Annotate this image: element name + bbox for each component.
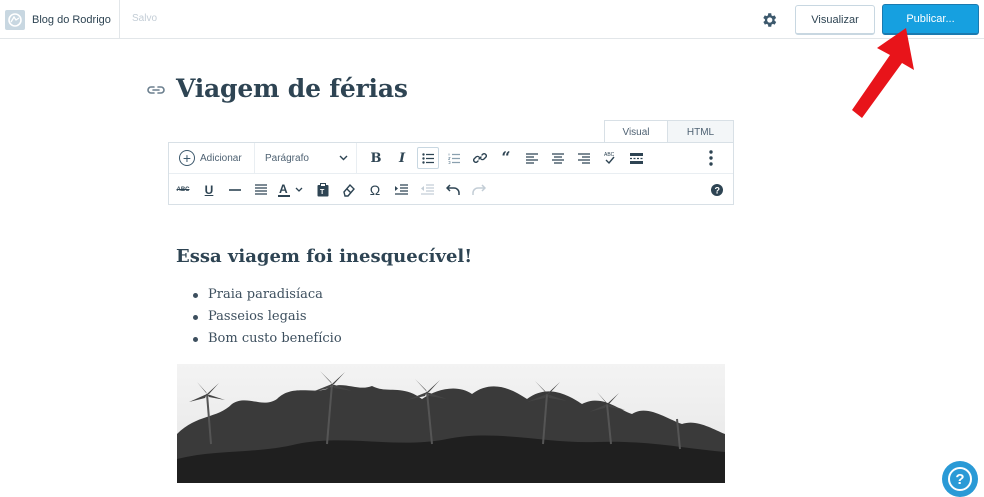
special-character-icon[interactable]: Ω xyxy=(364,179,386,201)
text-color-icon[interactable]: A xyxy=(276,179,308,201)
question-icon: ? xyxy=(948,467,972,491)
format-select-value: Parágrafo xyxy=(265,152,309,164)
tab-html[interactable]: HTML xyxy=(668,120,734,143)
content-list[interactable]: Praia paradisíaca Passeios legais Bom cu… xyxy=(190,287,342,353)
italic-icon[interactable]: I xyxy=(391,147,413,169)
more-vertical-icon[interactable] xyxy=(700,147,722,169)
link-icon[interactable] xyxy=(469,147,491,169)
bullet-list-icon[interactable] xyxy=(417,147,439,169)
clear-formatting-icon[interactable] xyxy=(338,179,360,201)
strikethrough-icon[interactable]: ABC xyxy=(172,179,194,201)
svg-text:?: ? xyxy=(715,185,721,195)
add-media-button[interactable]: + Adicionar xyxy=(179,142,255,174)
read-more-icon[interactable] xyxy=(625,147,647,169)
content-heading[interactable]: Essa viagem foi inesquecível! xyxy=(176,246,472,267)
toolbar-row-2: ABC U A T Ω ? xyxy=(169,174,733,205)
permalink-icon[interactable] xyxy=(147,83,165,97)
paste-text-icon[interactable]: T xyxy=(312,179,334,201)
align-right-icon[interactable] xyxy=(573,147,595,169)
svg-text:T: T xyxy=(320,189,325,196)
list-item[interactable]: Bom custo benefício xyxy=(190,331,342,353)
chevron-down-icon xyxy=(339,155,348,161)
gear-icon[interactable] xyxy=(760,11,778,29)
redo-icon[interactable] xyxy=(468,179,490,201)
help-icon[interactable]: ? xyxy=(706,179,728,201)
blockquote-icon[interactable]: “ xyxy=(495,147,517,169)
content-image[interactable] xyxy=(177,364,725,483)
editor-tabs: Visual HTML xyxy=(604,120,734,143)
indent-icon[interactable] xyxy=(390,179,412,201)
format-select[interactable]: Parágrafo xyxy=(255,142,357,174)
outdent-icon[interactable] xyxy=(416,179,438,201)
top-bar: Blog do Rodrigo Salvo Visualizar Publica… xyxy=(0,0,984,39)
undo-icon[interactable] xyxy=(442,179,464,201)
annotation-arrow-icon xyxy=(852,28,914,118)
plus-circle-icon: + xyxy=(179,150,195,166)
add-media-label: Adicionar xyxy=(200,152,242,164)
post-title[interactable]: Viagem de férias xyxy=(176,74,408,103)
editor-toolbar: + Adicionar Parágrafo B I “ ABC ABC U A … xyxy=(168,142,734,205)
site-switcher[interactable]: Blog do Rodrigo xyxy=(0,0,120,39)
align-left-icon[interactable] xyxy=(521,147,543,169)
site-logo-icon xyxy=(5,9,25,30)
list-item[interactable]: Praia paradisíaca xyxy=(190,287,342,309)
save-status: Salvo xyxy=(132,13,158,24)
align-center-icon[interactable] xyxy=(547,147,569,169)
numbered-list-icon[interactable] xyxy=(443,147,465,169)
underline-icon[interactable]: U xyxy=(198,179,220,201)
horizontal-line-icon[interactable] xyxy=(224,179,246,201)
list-item[interactable]: Passeios legais xyxy=(190,309,342,331)
tab-visual[interactable]: Visual xyxy=(604,120,668,143)
svg-text:A: A xyxy=(279,182,288,196)
bold-icon[interactable]: B xyxy=(365,147,387,169)
spellcheck-icon[interactable]: ABC xyxy=(599,147,621,169)
help-button[interactable]: ? xyxy=(942,461,978,497)
site-name: Blog do Rodrigo xyxy=(32,13,111,26)
toolbar-row-1: + Adicionar Parágrafo B I “ ABC xyxy=(169,142,733,174)
justify-icon[interactable] xyxy=(250,179,272,201)
